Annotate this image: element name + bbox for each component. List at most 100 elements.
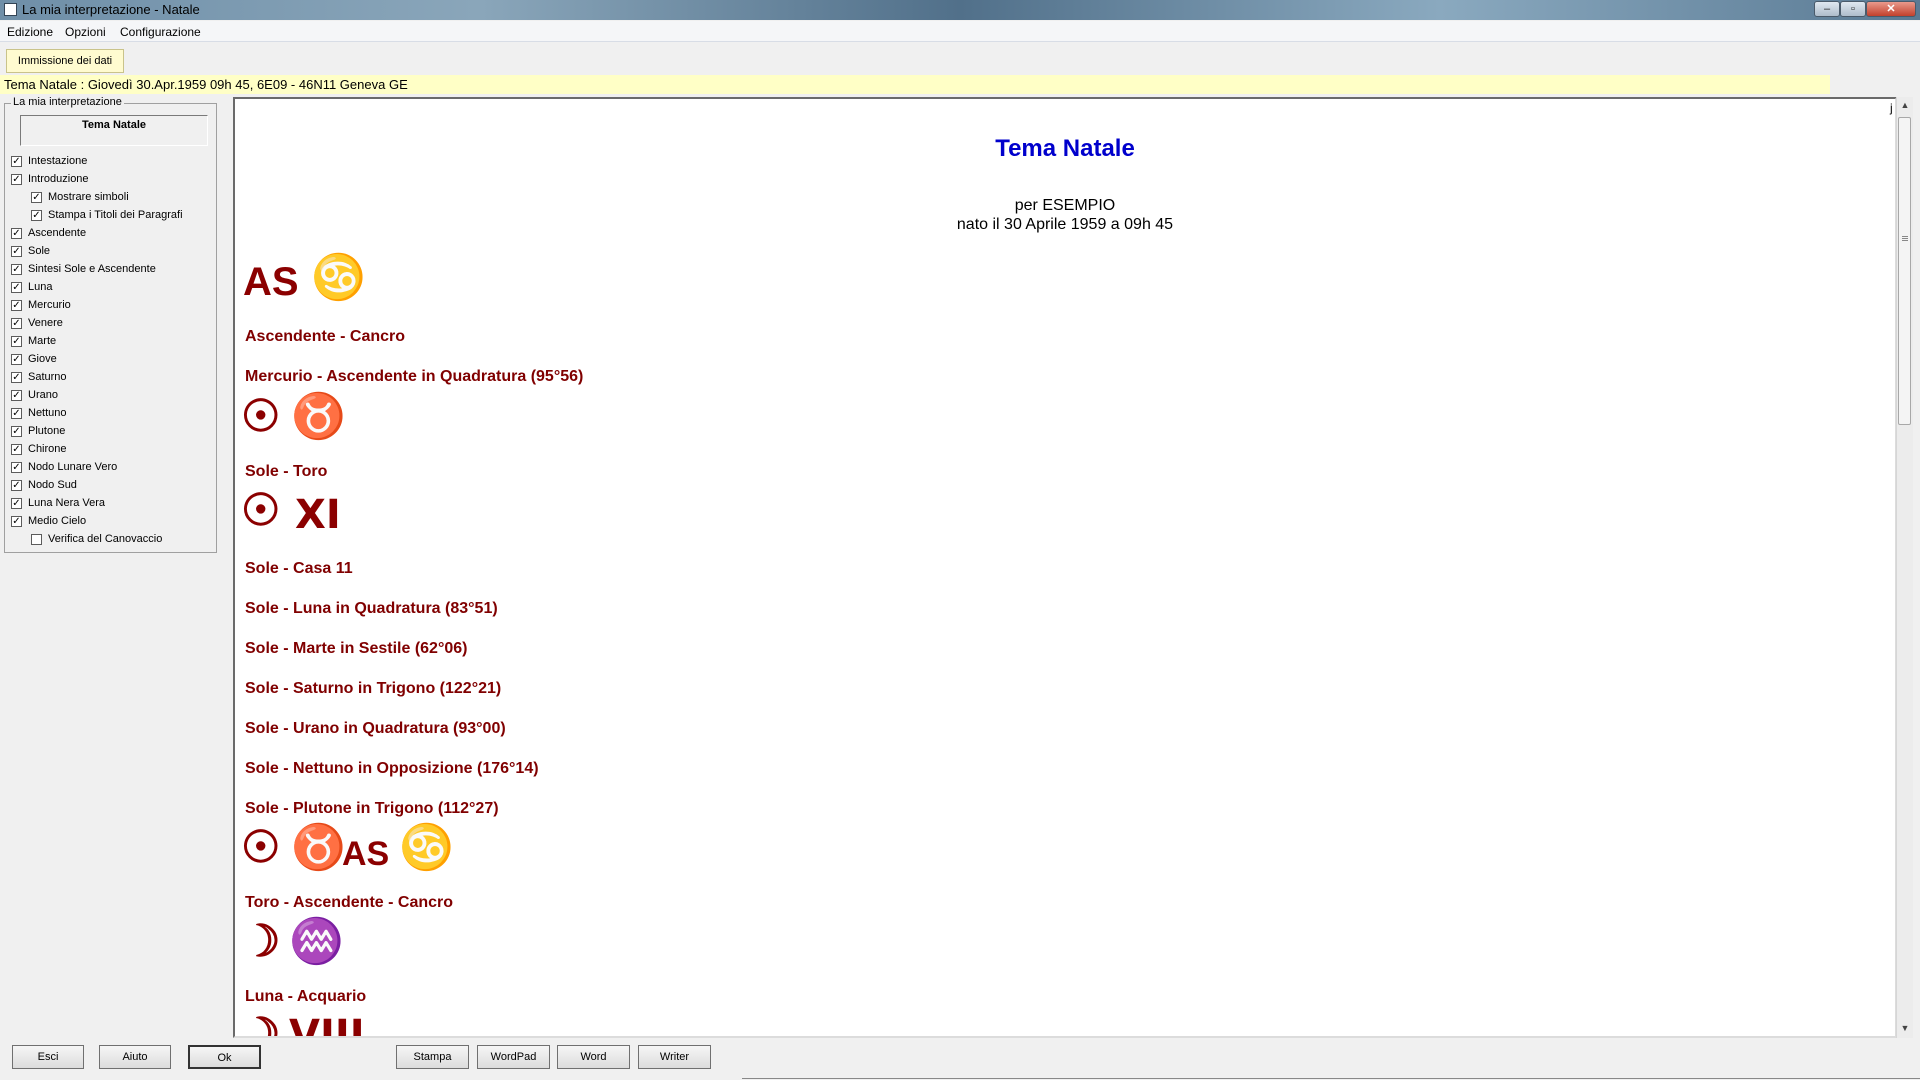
- ok-button[interactable]: Ok: [188, 1045, 261, 1069]
- app-icon: [4, 3, 17, 16]
- window-title: La mia interpretazione - Natale: [22, 2, 200, 17]
- interpretation-document[interactable]: Tema Natale per ESEMPIO nato il 30 April…: [233, 97, 1897, 1038]
- option-label: Plutone: [28, 425, 66, 437]
- heading-sole-toro: Sole - Toro: [245, 463, 328, 480]
- option-label: Nodo Lunare Vero: [28, 461, 118, 473]
- option-label: Venere: [28, 317, 63, 329]
- option-label: Mostrare simboli: [48, 191, 129, 203]
- sun-icon: ☉: [241, 486, 281, 535]
- cancer-icon: ♋: [399, 823, 454, 872]
- checkbox[interactable]: [31, 534, 42, 545]
- checkbox[interactable]: ✓: [11, 480, 22, 491]
- print-button[interactable]: Stampa: [396, 1045, 469, 1069]
- option-label: Stampa i Titoli dei Paragrafi: [48, 209, 183, 221]
- checkbox[interactable]: ✓: [11, 426, 22, 437]
- option-label: Nodo Sud: [28, 479, 77, 491]
- checkbox[interactable]: ✓: [31, 210, 42, 221]
- title-bar: La mia interpretazione - Natale – ▫ ✕: [0, 0, 1920, 20]
- option-label: Urano: [28, 389, 58, 401]
- taurus-icon: ♉: [291, 392, 346, 441]
- option-label: Sole: [28, 245, 51, 257]
- aquarius-icon: ♒: [289, 917, 344, 966]
- option-label: Luna: [28, 281, 53, 293]
- checkbox[interactable]: ✓: [11, 228, 22, 239]
- heading-toro-ascendente-cancro: Toro - Ascendente - Cancro: [245, 894, 454, 911]
- checkbox[interactable]: ✓: [11, 408, 22, 419]
- minimize-button[interactable]: –: [1814, 1, 1840, 17]
- corner-marker: j: [1890, 101, 1893, 115]
- menu-opzioni[interactable]: Opzioni: [65, 25, 106, 39]
- data-entry-tab[interactable]: Immissione dei dati: [6, 49, 124, 73]
- option-label: Introduzione: [28, 173, 89, 185]
- options-groupbox: La mia interpretazione Tema Natale ✓ Inte…: [4, 96, 217, 553]
- groupbox-legend: La mia interpretazione: [11, 96, 124, 108]
- exit-button[interactable]: Esci: [12, 1045, 84, 1069]
- checkbox[interactable]: ✓: [11, 516, 22, 527]
- wordpad-button[interactable]: WordPad: [477, 1045, 550, 1069]
- checkbox[interactable]: ✓: [11, 174, 22, 185]
- checkbox[interactable]: ✓: [11, 282, 22, 293]
- checkbox[interactable]: ✓: [11, 444, 22, 455]
- vertical-scrollbar[interactable]: ▲ ▼: [1896, 97, 1913, 1038]
- moon-icon: ☽: [241, 917, 281, 966]
- checkbox[interactable]: ✓: [11, 318, 22, 329]
- heading-luna-acquario: Luna - Acquario: [245, 988, 367, 1005]
- heading-sole-casa-11: Sole - Casa 11: [245, 560, 353, 577]
- option-label: Intestazione: [28, 155, 88, 167]
- scroll-thumb[interactable]: [1898, 117, 1911, 425]
- checkbox[interactable]: ✓: [11, 390, 22, 401]
- scroll-up-arrow[interactable]: ▲: [1897, 97, 1913, 113]
- document-subtitle-name: per ESEMPIO: [1014, 197, 1116, 214]
- cancer-icon: ♋: [311, 253, 366, 302]
- checkbox[interactable]: ✓: [11, 336, 22, 347]
- option-label: Sintesi Sole e Ascendente: [28, 263, 156, 275]
- menu-bar: Edizione Opzioni Configurazione: [0, 21, 1920, 42]
- house-8-symbol: VIII: [289, 1012, 365, 1038]
- maximize-button[interactable]: ▫: [1840, 1, 1866, 17]
- chart-info-bar: Tema Natale : Giovedì 30.Apr.1959 09h 45…: [0, 75, 1830, 94]
- option-label: Luna Nera Vera: [28, 497, 106, 509]
- taurus-icon: ♉: [291, 823, 346, 872]
- checkbox[interactable]: ✓: [31, 192, 42, 203]
- checkbox[interactable]: ✓: [11, 462, 22, 473]
- close-button[interactable]: ✕: [1866, 1, 1916, 17]
- checkbox[interactable]: ✓: [11, 264, 22, 275]
- writer-button[interactable]: Writer: [638, 1045, 711, 1069]
- heading-sole-saturno: Sole - Saturno in Trigono (122°21): [245, 680, 502, 697]
- option-label: Marte: [28, 335, 57, 347]
- option-label: Medio Cielo: [28, 515, 87, 527]
- heading-sole-nettuno: Sole - Nettuno in Opposizione (176°14): [245, 760, 539, 777]
- moon-icon: ☽: [241, 1010, 281, 1038]
- thumb-grip: [1902, 236, 1908, 237]
- status-divider: [742, 1078, 1920, 1079]
- option-label: Saturno: [28, 371, 67, 383]
- checkbox[interactable]: ✓: [11, 246, 22, 257]
- option-label: Giove: [28, 353, 57, 365]
- checkbox[interactable]: ✓: [11, 300, 22, 311]
- checkbox[interactable]: ✓: [11, 372, 22, 383]
- option-label: Verifica del Canovaccio: [48, 533, 163, 545]
- checkbox[interactable]: ✓: [11, 156, 22, 167]
- ascendant-symbol: AS: [243, 260, 299, 304]
- option-label: Nettuno: [28, 407, 67, 419]
- word-button[interactable]: Word: [557, 1045, 630, 1069]
- checkbox[interactable]: ✓: [11, 354, 22, 365]
- heading-mercurio-ascendente: Mercurio - Ascendente in Quadratura (95°…: [245, 368, 584, 385]
- menu-configurazione[interactable]: Configurazione: [120, 25, 201, 39]
- option-label: Mercurio: [28, 299, 71, 311]
- sun-icon: ☉: [241, 823, 281, 872]
- heading-sole-urano: Sole - Urano in Quadratura (93°00): [245, 720, 506, 737]
- heading-sole-plutone: Sole - Plutone in Trigono (112°27): [245, 800, 499, 817]
- menu-edizione[interactable]: Edizione: [7, 25, 53, 39]
- heading-ascendente-cancro: Ascendente - Cancro: [245, 328, 406, 345]
- house-11-symbol: XI: [295, 492, 341, 538]
- option-label: Ascendente: [28, 227, 87, 239]
- option-label: Chirone: [28, 443, 67, 455]
- scroll-down-arrow[interactable]: ▼: [1897, 1020, 1913, 1036]
- heading-sole-luna: Sole - Luna in Quadratura (83°51): [245, 600, 498, 617]
- help-button[interactable]: Aiuto: [99, 1045, 171, 1069]
- checkbox[interactable]: ✓: [11, 498, 22, 509]
- sun-icon: ☉: [241, 392, 281, 441]
- chart-type-selector[interactable]: Tema Natale: [20, 115, 208, 146]
- heading-sole-marte: Sole - Marte in Sestile (62°06): [245, 640, 468, 657]
